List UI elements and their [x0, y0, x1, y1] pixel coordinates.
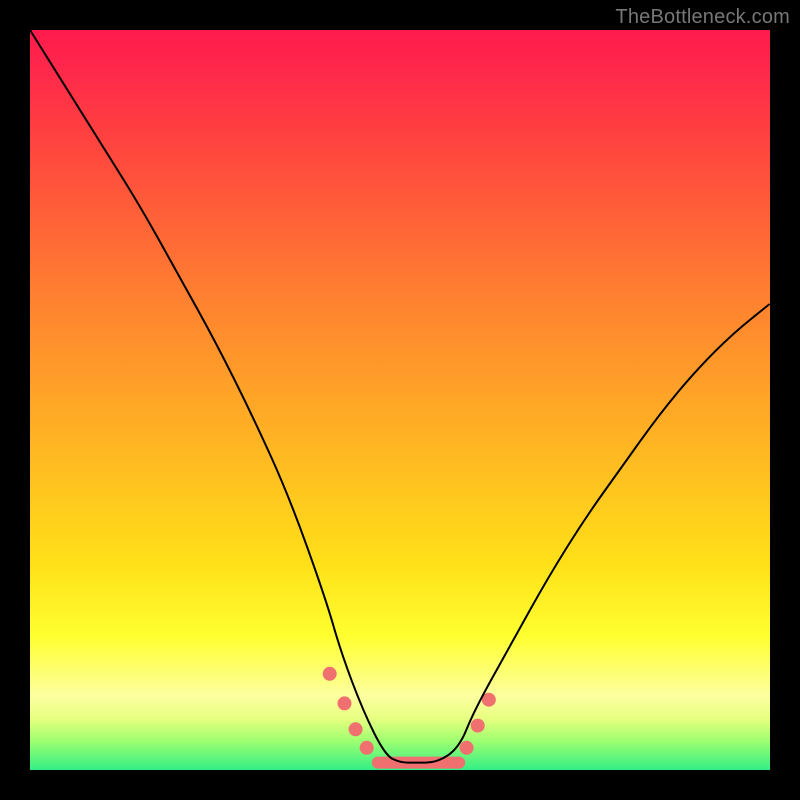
outer-frame: TheBottleneck.com — [0, 0, 800, 800]
curve-svg — [30, 30, 770, 770]
plot-area — [30, 30, 770, 770]
bottleneck-curve — [30, 30, 770, 763]
transition-dots — [323, 667, 496, 755]
watermark-text: TheBottleneck.com — [615, 6, 790, 29]
